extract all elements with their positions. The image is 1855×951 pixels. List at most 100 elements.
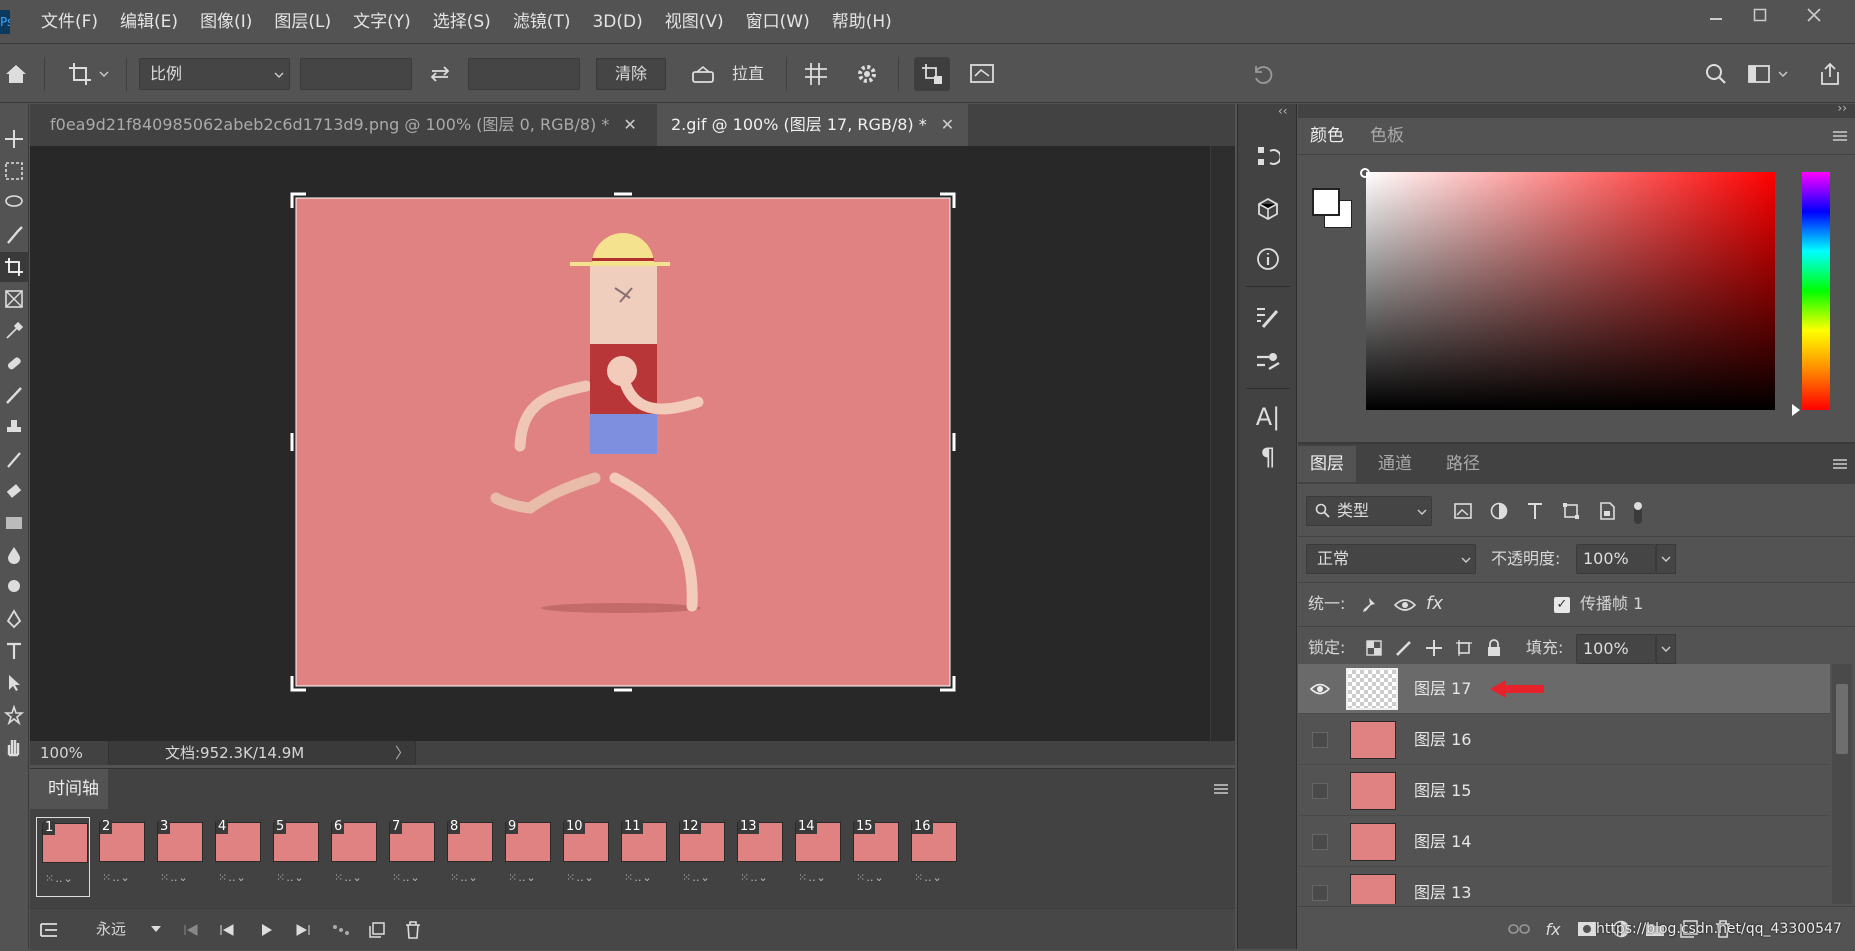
brushes-panel-button[interactable] (1248, 344, 1288, 378)
doc-tab-2[interactable]: 2.gif @ 100% (图层 17, RGB/8) * ✕ (657, 104, 969, 146)
frame-15[interactable]: 15 ⁙‥⌄ (848, 817, 902, 897)
layer-name[interactable]: 图层 13 (1414, 868, 1471, 904)
menu-file[interactable]: 文件(F) (30, 0, 109, 44)
search-button[interactable] (1700, 57, 1732, 91)
paragraph-panel-button[interactable]: ¶ (1248, 440, 1288, 474)
color-picker-cursor[interactable] (1360, 168, 1370, 178)
panel-menu-button[interactable] (1830, 454, 1850, 474)
tween-button[interactable] (330, 919, 352, 941)
gradient-tool[interactable] (0, 508, 28, 538)
menu-3d[interactable]: 3D(D) (581, 0, 653, 44)
frame-tool[interactable] (0, 284, 28, 314)
doc-tab-1[interactable]: f0ea9d21f840985062abeb2c6d1713d9.png @ 1… (36, 104, 651, 146)
ratio-select[interactable]: 比例 (139, 58, 290, 90)
tab-swatches[interactable]: 色板 (1358, 118, 1416, 154)
lasso-tool[interactable] (0, 188, 28, 218)
frame-delay[interactable]: ⁙‥⌄ (276, 871, 305, 884)
layer-visibility-toggle[interactable] (1312, 885, 1328, 901)
collapse-icon[interactable]: ‹‹ (1278, 104, 1288, 118)
blend-mode-select[interactable]: 正常 (1306, 544, 1476, 574)
swap-button[interactable] (425, 58, 455, 90)
frame-1[interactable]: 1 ⁙‥⌄ (36, 817, 90, 897)
stamp-tool[interactable] (0, 412, 28, 442)
frame-16[interactable]: 16 ⁙‥⌄ (906, 817, 960, 897)
canvas-vertical-scrollbar[interactable] (1210, 146, 1235, 741)
menu-image[interactable]: 图像(I) (189, 0, 263, 44)
3d-panel-button[interactable] (1248, 192, 1288, 226)
character-panel-button[interactable]: A| (1248, 400, 1288, 434)
filter-smart-object-button[interactable] (1594, 498, 1620, 524)
path-selection-tool[interactable] (0, 668, 28, 698)
tab-paths[interactable]: 路径 (1434, 446, 1492, 482)
home-button[interactable] (2, 57, 30, 91)
propagate-checkbox[interactable]: ✓ (1554, 597, 1570, 613)
document-canvas[interactable] (30, 146, 1210, 741)
dodge-tool[interactable] (0, 572, 28, 602)
menu-view[interactable]: 视图(V) (654, 0, 735, 44)
close-tab-icon[interactable]: ✕ (623, 115, 636, 134)
layer-visibility-toggle[interactable] (1312, 783, 1328, 799)
unify-style-button[interactable]: fx (1426, 586, 1443, 622)
marquee-tool[interactable] (0, 156, 28, 186)
frame-13[interactable]: 13 ⁙‥⌄ (732, 817, 786, 897)
tab-channels[interactable]: 通道 (1366, 446, 1424, 482)
brush-tool[interactable] (0, 380, 28, 410)
frame-2[interactable]: 2 ⁙‥⌄ (94, 817, 148, 897)
first-frame-button[interactable] (180, 919, 202, 941)
frame-14[interactable]: 14 ⁙‥⌄ (790, 817, 844, 897)
layer-row-16[interactable]: 图层 16 (1298, 715, 1830, 765)
frame-10[interactable]: 10 ⁙‥⌄ (558, 817, 612, 897)
add-style-button[interactable]: fx (1540, 917, 1566, 941)
crop-tool-preset[interactable] (60, 57, 116, 91)
frame-6[interactable]: 6 ⁙‥⌄ (326, 817, 380, 897)
lock-position-button[interactable] (1422, 636, 1446, 660)
hue-slider-handle[interactable] (1792, 404, 1800, 416)
frame-delay[interactable]: ⁙‥⌄ (624, 871, 653, 884)
menu-help[interactable]: 帮助(H) (821, 0, 903, 44)
lock-all-button[interactable] (1482, 636, 1506, 660)
type-tool[interactable] (0, 636, 28, 666)
frame-delay[interactable]: ⁙‥⌄ (334, 871, 363, 884)
eraser-tool[interactable] (0, 476, 28, 506)
tab-layers[interactable]: 图层 (1298, 446, 1356, 482)
frame-delay[interactable]: ⁙‥⌄ (450, 871, 479, 884)
quick-selection-tool[interactable] (0, 220, 28, 250)
close-tab-icon[interactable]: ✕ (941, 115, 954, 134)
lock-transparent-button[interactable] (1362, 636, 1386, 660)
zoom-level[interactable]: 100% (40, 741, 83, 765)
overlay-grid-button[interactable] (799, 57, 833, 91)
close-window-button[interactable] (1788, 0, 1840, 30)
move-tool[interactable] (0, 124, 28, 154)
fill-dropdown[interactable] (1656, 634, 1676, 664)
lock-artboard-button[interactable] (1452, 636, 1476, 660)
clear-button[interactable]: 清除 (596, 58, 666, 90)
frame-11[interactable]: 11 ⁙‥⌄ (616, 817, 670, 897)
history-panel-button[interactable] (1248, 140, 1288, 174)
convert-timeline-button[interactable] (36, 917, 62, 943)
crop-tool[interactable] (0, 252, 28, 282)
frame-7[interactable]: 7 ⁙‥⌄ (384, 817, 438, 897)
expand-icon[interactable]: ›› (1837, 101, 1847, 115)
lock-pixels-button[interactable] (1392, 636, 1416, 660)
share-button[interactable] (1814, 57, 1846, 91)
layer-name[interactable]: 图层 17 (1414, 664, 1471, 714)
previous-frame-button[interactable] (216, 919, 238, 941)
layer-name[interactable]: 图层 14 (1414, 817, 1471, 867)
unify-position-button[interactable] (1358, 592, 1384, 618)
frame-delay[interactable]: ⁙‥⌄ (45, 872, 74, 885)
workspace-button[interactable] (1742, 57, 1794, 91)
opacity-input[interactable]: 100% (1576, 544, 1656, 574)
fill-input[interactable]: 100% (1576, 634, 1656, 664)
menu-layer[interactable]: 图层(L) (263, 0, 342, 44)
canvas-area[interactable] (30, 146, 1210, 741)
layer-name[interactable]: 图层 15 (1414, 766, 1471, 816)
opacity-dropdown[interactable] (1656, 544, 1676, 574)
unify-visibility-button[interactable] (1392, 592, 1418, 618)
crop-settings-button[interactable] (850, 57, 884, 91)
info-panel-button[interactable] (1248, 242, 1288, 276)
frame-5[interactable]: 5 ⁙‥⌄ (268, 817, 322, 897)
filter-shape-button[interactable] (1558, 498, 1584, 524)
filter-adjustment-button[interactable] (1486, 498, 1512, 524)
layer-visibility-toggle[interactable] (1312, 732, 1328, 748)
link-layers-button[interactable] (1506, 917, 1532, 941)
